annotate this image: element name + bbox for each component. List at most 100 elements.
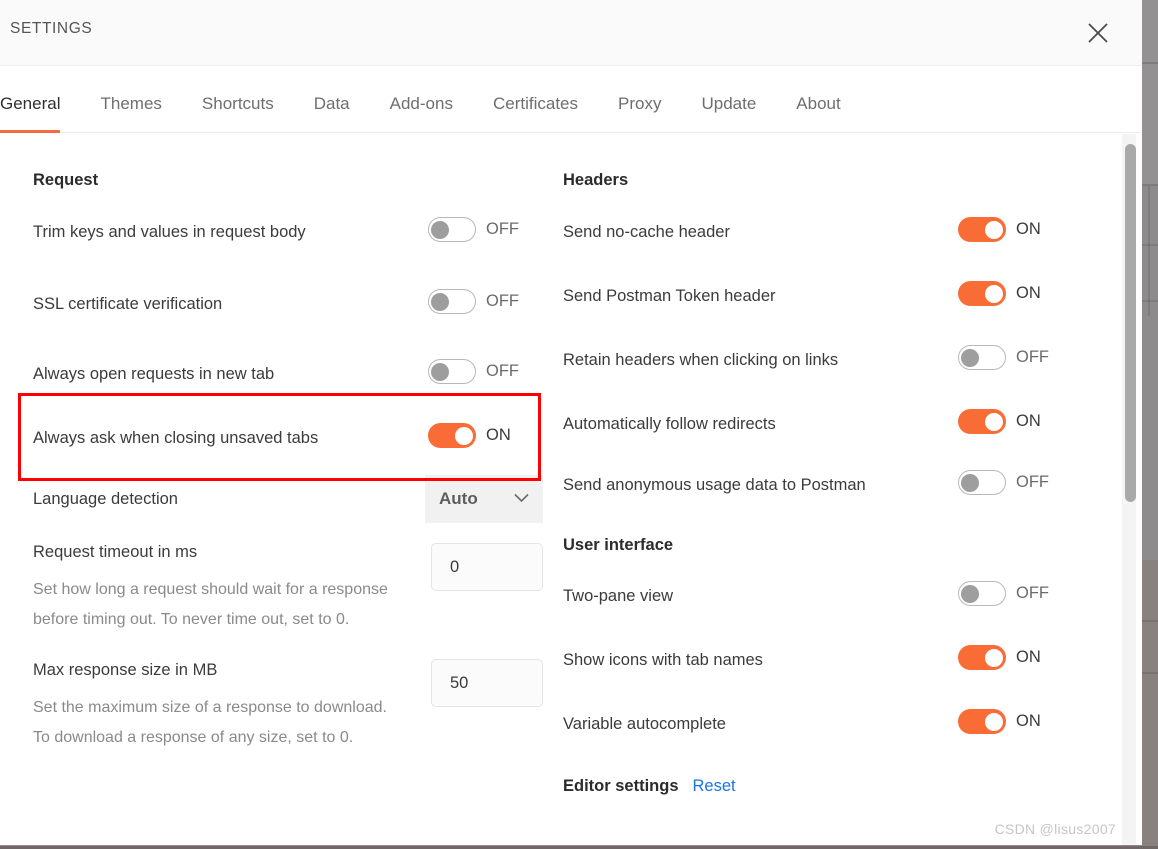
setting-row-max-response-size: Max response size in MB Set the maximum … [33, 655, 543, 753]
settings-body: Request Trim keys and values in request … [0, 133, 1142, 844]
language-detection-select[interactable]: Auto [425, 475, 543, 523]
setting-label: Send no-cache header [563, 223, 730, 241]
toggle-knob [985, 284, 1003, 303]
toggle-state-label: OFF [1016, 348, 1049, 366]
setting-label: Retain headers when clicking on links [563, 351, 839, 369]
toggle-knob [985, 712, 1003, 731]
toggle-state-label: OFF [1016, 473, 1049, 491]
toggle-follow-redirects[interactable] [958, 409, 1006, 434]
toggle-state-label: OFF [486, 362, 519, 380]
setting-row-show-icons: Show icons with tab names ON [563, 645, 1073, 675]
toggle-control: OFF [428, 359, 543, 384]
toggle-control: OFF [958, 345, 1073, 370]
toggle-usage-data[interactable] [958, 470, 1006, 495]
close-icon[interactable] [1079, 14, 1117, 52]
setting-label: Always open requests in new tab [33, 365, 275, 383]
toggle-no-cache[interactable] [958, 217, 1006, 242]
tab-label: Add-ons [389, 94, 453, 113]
tab-shortcuts[interactable]: Shortcuts [202, 94, 274, 132]
select-value: Auto [439, 489, 478, 508]
toggle-control: OFF [958, 470, 1073, 495]
tab-proxy[interactable]: Proxy [618, 94, 661, 132]
setting-label: SSL certificate verification [33, 295, 223, 313]
tab-general[interactable]: General [0, 94, 61, 133]
toggle-knob [961, 584, 979, 603]
setting-row-request-timeout: Request timeout in ms Set how long a req… [33, 537, 543, 635]
toggle-open-new-tab[interactable] [428, 359, 476, 384]
setting-description: Set the maximum size of a response to do… [33, 699, 387, 746]
setting-label: Send Postman Token header [563, 287, 776, 305]
toggle-knob [985, 412, 1003, 431]
toggle-trim-keys[interactable] [428, 217, 476, 242]
tab-themes[interactable]: Themes [100, 94, 161, 132]
section-title-editor-settings: Editor settings [563, 777, 679, 795]
toggle-state-label: OFF [1016, 584, 1049, 602]
tab-label: About [796, 94, 841, 113]
toggle-postman-token[interactable] [958, 281, 1006, 306]
section-title-headers: Headers [563, 171, 629, 189]
modal-titlebar: SETTINGS [0, 0, 1142, 66]
setting-row-variable-autocomplete: Variable autocomplete ON [563, 709, 1073, 739]
toggle-retain-headers[interactable] [958, 345, 1006, 370]
tab-addons[interactable]: Add-ons [390, 94, 453, 132]
tab-label: Update [701, 94, 757, 113]
toggle-state-label: ON [1016, 648, 1041, 666]
toggle-variable-autocomplete[interactable] [958, 709, 1006, 734]
toggle-knob [431, 292, 449, 311]
tab-about[interactable]: About [796, 94, 840, 132]
toggle-state-label: ON [1016, 412, 1041, 430]
setting-label: Trim keys and values in request body [33, 223, 306, 241]
tab-label: Data [313, 94, 350, 113]
toggle-state-label: ON [1016, 284, 1041, 302]
toggle-control: ON [958, 281, 1073, 306]
max-response-size-input[interactable] [431, 659, 543, 707]
setting-label: Language detection [33, 490, 178, 508]
request-timeout-input[interactable] [431, 543, 543, 591]
toggle-show-icons[interactable] [958, 645, 1006, 670]
tab-update[interactable]: Update [701, 94, 756, 132]
setting-label: Always ask when closing unsaved tabs [33, 429, 319, 447]
tab-data[interactable]: Data [314, 94, 350, 132]
toggle-knob [961, 348, 979, 367]
setting-row-trim-keys: Trim keys and values in request body OFF [33, 217, 543, 247]
toggle-control: ON [958, 645, 1073, 670]
backdrop-block [1142, 0, 1158, 62]
tab-label: Themes [100, 94, 162, 113]
setting-label: Automatically follow redirects [563, 415, 776, 433]
editor-settings-reset-link[interactable]: Reset [693, 777, 736, 796]
watermark: CSDN @lisus2007 [994, 821, 1116, 837]
toggle-knob [455, 426, 473, 445]
tab-label: Proxy [618, 94, 662, 113]
toggle-state-label: OFF [486, 292, 519, 310]
setting-label: Two-pane view [563, 587, 674, 605]
backdrop-divider [1142, 184, 1158, 186]
setting-row-follow-redirects: Automatically follow redirects ON [563, 409, 1073, 439]
toggle-knob [985, 648, 1003, 667]
backdrop-divider [1142, 244, 1158, 246]
toggle-control: OFF [428, 217, 543, 242]
toggle-ssl-verification[interactable] [428, 289, 476, 314]
toggle-state-label: OFF [486, 220, 519, 238]
tab-label: Certificates [492, 94, 578, 113]
settings-tabbar: General Themes Shortcuts Data Add-ons Ce… [0, 66, 1142, 133]
tab-label: General [0, 94, 61, 113]
toggle-two-pane[interactable] [958, 581, 1006, 606]
section-title-request: Request [33, 171, 99, 189]
setting-row-ask-closing-tabs: Always ask when closing unsaved tabs ON [33, 423, 543, 453]
toggle-ask-closing-tabs[interactable] [428, 423, 476, 448]
setting-label: Variable autocomplete [563, 715, 726, 733]
tab-certificates[interactable]: Certificates [493, 94, 578, 132]
page-title: SETTINGS [10, 20, 93, 37]
settings-scrollbar-thumb[interactable] [1125, 144, 1136, 502]
toggle-state-label: ON [1016, 220, 1041, 238]
backdrop-divider [1142, 672, 1158, 674]
toggle-knob [985, 220, 1003, 239]
backdrop-block [1142, 64, 1158, 184]
backdrop-divider [1142, 620, 1158, 622]
toggle-control: ON [958, 217, 1073, 242]
backdrop-divider [1148, 186, 1150, 316]
toggle-knob [431, 362, 449, 381]
toggle-control: ON [958, 409, 1073, 434]
toggle-knob [961, 473, 979, 492]
toggle-control: OFF [428, 289, 543, 314]
